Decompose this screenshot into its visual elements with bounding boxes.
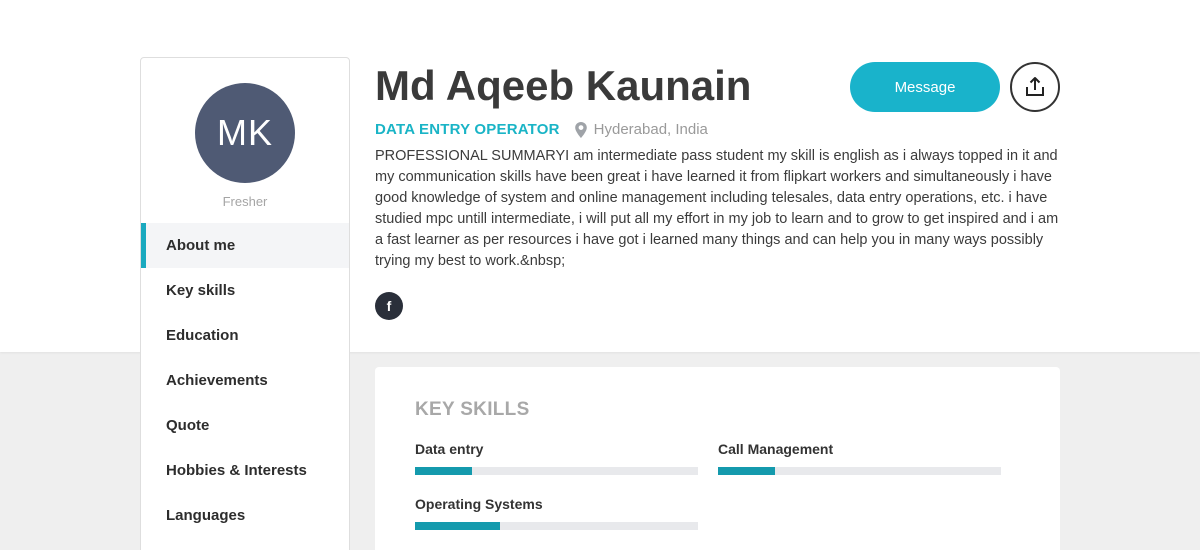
share-button[interactable] xyxy=(1010,62,1060,112)
sidebar-item-achievements[interactable]: Achievements xyxy=(141,358,349,403)
skill-operating-systems: Operating Systems xyxy=(415,496,698,530)
skill-bar-track xyxy=(415,522,698,530)
skill-bar-track xyxy=(415,467,698,475)
profile-sidebar: MK Fresher About me Key skills Education… xyxy=(140,57,350,550)
key-skills-card: KEY SKILLS Data entry Call Management Op… xyxy=(375,367,1060,550)
sidebar-item-languages[interactable]: Languages xyxy=(141,493,349,538)
role-line: DATA ENTRY OPERATOR Hyderabad, India xyxy=(375,121,708,138)
skill-bar-fill xyxy=(415,522,500,530)
skill-call-management: Call Management xyxy=(718,441,1001,475)
avatar: MK xyxy=(195,83,295,183)
sidebar-item-hobbies[interactable]: Hobbies & Interests xyxy=(141,448,349,493)
facebook-icon[interactable]: f xyxy=(375,292,403,320)
share-icon xyxy=(1026,77,1044,96)
job-title: DATA ENTRY OPERATOR xyxy=(375,121,560,138)
sidebar-item-about-me[interactable]: About me xyxy=(141,223,349,268)
skill-label: Operating Systems xyxy=(415,496,543,512)
skill-label: Call Management xyxy=(718,441,834,457)
profile-name: Md Aqeeb Kaunain xyxy=(375,62,752,109)
skill-bar-fill xyxy=(718,467,775,475)
skill-label: Data entry xyxy=(415,441,484,457)
profile-summary: PROFESSIONAL SUMMARYI am intermediate pa… xyxy=(375,148,1059,269)
sidebar-item-key-skills[interactable]: Key skills xyxy=(141,268,349,313)
sidebar-item-quote[interactable]: Quote xyxy=(141,403,349,448)
skill-bar-fill xyxy=(415,467,472,475)
skill-data-entry: Data entry xyxy=(415,441,698,475)
location-text: Hyderabad, India xyxy=(593,121,708,138)
sidebar-item-education[interactable]: Education xyxy=(141,313,349,358)
skill-bar-track xyxy=(718,467,1001,475)
key-skills-title: KEY SKILLS xyxy=(415,399,530,420)
location: Hyderabad, India xyxy=(574,121,708,138)
location-pin-icon xyxy=(574,121,587,138)
sidebar-nav: About me Key skills Education Achievemen… xyxy=(141,223,349,538)
message-button[interactable]: Message xyxy=(850,62,1000,112)
experience-label: Fresher xyxy=(222,194,268,209)
